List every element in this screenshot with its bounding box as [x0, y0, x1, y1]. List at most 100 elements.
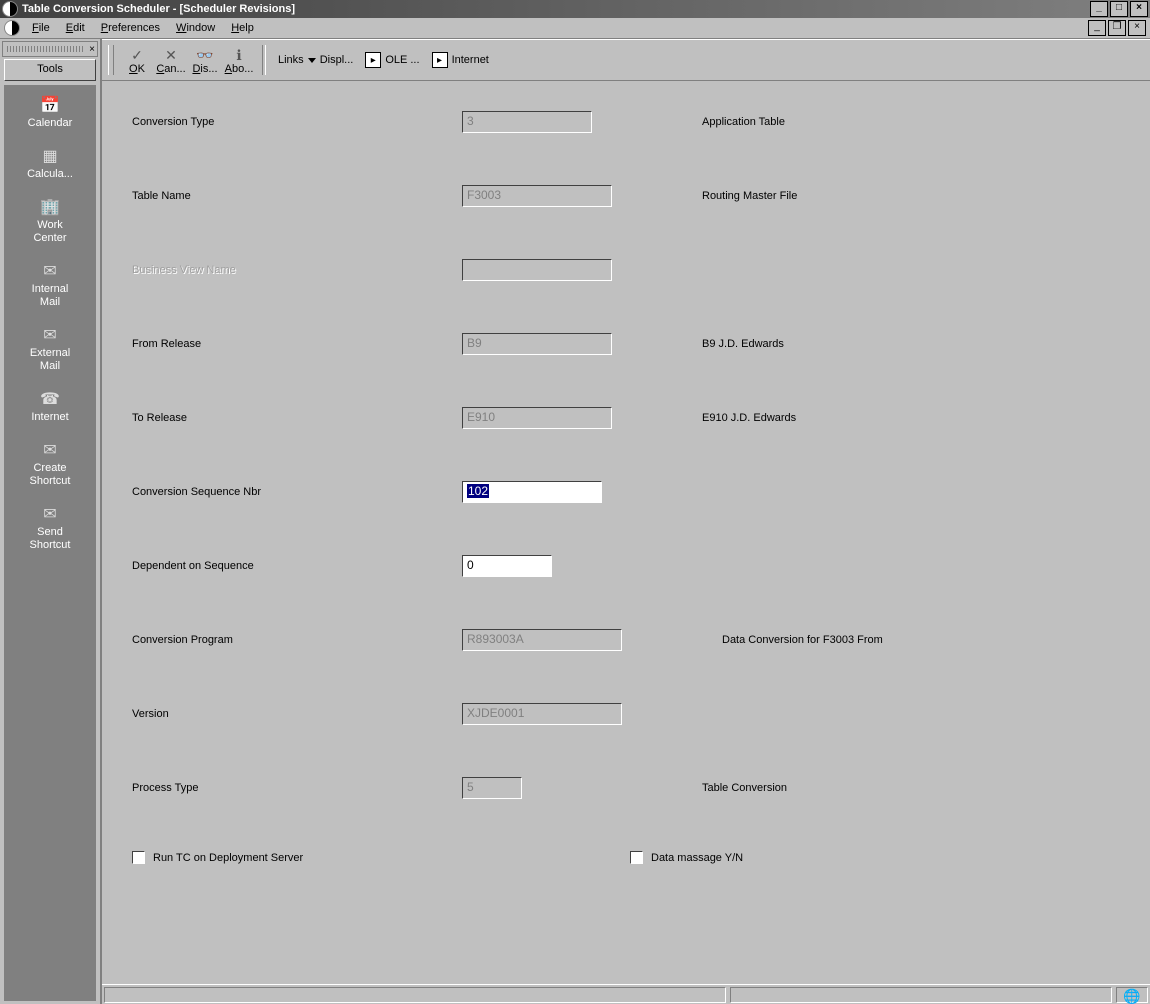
field-desc-4: E910 J.D. Edwards	[702, 412, 796, 424]
menu-window[interactable]: Window	[168, 20, 223, 36]
x-icon: ✕	[154, 47, 188, 63]
menu-help[interactable]: Help	[223, 20, 262, 36]
field-desc-1: Routing Master File	[702, 190, 797, 202]
form-area: Conversion Type3 Application Table Table N…	[102, 81, 1150, 984]
internet-label: Internet	[452, 54, 489, 66]
field-desc-3: B9 J.D. Edwards	[702, 338, 784, 350]
internet-button[interactable]: ▸ Internet	[426, 52, 495, 68]
app-icon	[2, 1, 18, 17]
status-cell-2	[730, 987, 1112, 1003]
status-bar: 🌐	[102, 984, 1150, 1004]
field-label-4: To Release	[132, 412, 462, 424]
field-label-5: Conversion Sequence Nbr	[132, 486, 462, 498]
field-input-7: R893003A	[462, 629, 622, 651]
form-row-7: Conversion ProgramR893003A Data Conversio…	[132, 629, 1130, 651]
sidebar-label-5: Internet	[4, 411, 96, 424]
sidebar-item-5[interactable]: ☎ Internet	[4, 383, 96, 434]
ole-icon: ▸	[365, 52, 381, 68]
status-globe-icon: 🌐	[1116, 987, 1148, 1003]
menu-file[interactable]: File	[24, 20, 58, 36]
mdi-restore-button[interactable]: ❐	[1108, 20, 1126, 36]
maximize-button[interactable]: □	[1110, 1, 1128, 17]
minimize-button[interactable]: _	[1090, 1, 1108, 17]
internet-icon: ▸	[432, 52, 448, 68]
sidebar-icon-2: 🏢	[39, 197, 61, 217]
sidebar-icon-4: ✉	[39, 325, 61, 345]
form-row-3: From ReleaseB9B9 J.D. Edwards	[132, 333, 1130, 355]
links-label: Links	[278, 54, 304, 66]
field-label-9: Process Type	[132, 782, 462, 794]
sidebar-label-1: Calcula...	[4, 168, 96, 181]
title-bar: Table Conversion Scheduler - [Scheduler …	[0, 0, 1150, 18]
sidebar-label-4: ExternalMail	[4, 347, 96, 373]
field-label-8: Version	[132, 708, 462, 720]
sidebar-icon-6: ✉	[39, 440, 61, 460]
field-desc-0: Application Table	[702, 116, 785, 128]
field-input-2	[462, 259, 612, 281]
data-massage-label: Data massage Y/N	[651, 852, 743, 864]
field-label-0: Conversion Type	[132, 116, 462, 128]
displ-label: Displ...	[320, 54, 354, 66]
mdi-icon[interactable]	[4, 20, 20, 36]
binoculars-icon: 👓	[188, 47, 222, 63]
menu-edit[interactable]: Edit	[58, 20, 93, 36]
field-label-6: Dependent on Sequence	[132, 560, 462, 572]
field-input-4: E910	[462, 407, 612, 429]
field-input-8: XJDE0001	[462, 703, 622, 725]
status-cell-1	[104, 987, 726, 1003]
sidebar-icon-5: ☎	[39, 389, 61, 409]
sidebar-label-6: CreateShortcut	[4, 462, 96, 488]
form-row-1: Table NameF3003 Routing Master File	[132, 185, 1130, 207]
toolbar-grip[interactable]	[108, 45, 114, 75]
sidebar-icon-7: ✉	[39, 504, 61, 524]
sidebar-header[interactable]: Tools	[4, 59, 96, 81]
sidebar-item-0[interactable]: 📅Calendar	[4, 89, 96, 140]
run-tc-label: Run TC on Deployment Server	[153, 852, 303, 864]
mdi-close-button[interactable]: ×	[1128, 20, 1146, 36]
sidebar-item-2[interactable]: 🏢WorkCenter	[4, 191, 96, 255]
menu-preferences[interactable]: Preferences	[93, 20, 168, 36]
form-row-5: Conversion Sequence Nbr102	[132, 481, 1130, 503]
about-button[interactable]: ℹ Abo...	[222, 45, 256, 75]
display-button[interactable]: 👓 Dis...	[188, 45, 222, 75]
form-row-9: Process Type5 Table Conversion	[132, 777, 1130, 799]
run-tc-checkbox[interactable]	[132, 851, 145, 864]
field-desc-7: Data Conversion for F3003 From	[722, 634, 883, 646]
sidebar-item-7[interactable]: ✉SendShortcut	[4, 498, 96, 562]
field-input-1: F3003	[462, 185, 612, 207]
sidebar: × Tools 📅Calendar▦Calcula...🏢WorkCenter✉…	[0, 39, 102, 1004]
sidebar-item-6[interactable]: ✉CreateShortcut	[4, 434, 96, 498]
form-row-4: To ReleaseE910 E910 J.D. Edwards	[132, 407, 1130, 429]
field-input-6[interactable]: 0	[462, 555, 552, 577]
form-row-6: Dependent on Sequence0	[132, 555, 1130, 577]
form-row-0: Conversion Type3 Application Table	[132, 111, 1130, 133]
sidebar-icon-0: 📅	[39, 95, 61, 115]
form-row-2: Business View Name	[132, 259, 1130, 281]
chevron-down-icon	[308, 58, 316, 63]
sidebar-close-icon[interactable]: ×	[89, 44, 95, 55]
sidebar-label-2: WorkCenter	[4, 219, 96, 245]
ole-button[interactable]: ▸ OLE ...	[359, 52, 425, 68]
toolbar: ✓ OK ✕ Can... 👓 Dis... ℹ Abo... Links Di…	[102, 39, 1150, 81]
field-label-3: From Release	[132, 338, 462, 350]
field-label-1: Table Name	[132, 190, 462, 202]
field-desc-9: Table Conversion	[702, 782, 787, 794]
sidebar-item-4[interactable]: ✉ExternalMail	[4, 319, 96, 383]
sidebar-grip[interactable]: ×	[2, 41, 98, 57]
cancel-button[interactable]: ✕ Can...	[154, 45, 188, 75]
mdi-minimize-button[interactable]: _	[1088, 20, 1106, 36]
about-icon: ℹ	[222, 47, 256, 63]
sidebar-label-7: SendShortcut	[4, 526, 96, 552]
data-massage-checkbox[interactable]	[630, 851, 643, 864]
sidebar-icon-3: ✉	[39, 261, 61, 281]
sidebar-item-3[interactable]: ✉InternalMail	[4, 255, 96, 319]
field-input-5[interactable]: 102	[462, 481, 602, 503]
ok-button[interactable]: ✓ OK	[120, 45, 154, 75]
links-dropdown[interactable]: Links Displ...	[272, 54, 359, 66]
close-button[interactable]: ×	[1130, 1, 1148, 17]
check-icon: ✓	[120, 47, 154, 63]
field-input-9: 5	[462, 777, 522, 799]
field-input-0: 3	[462, 111, 592, 133]
sidebar-item-1[interactable]: ▦Calcula...	[4, 140, 96, 191]
field-label-7: Conversion Program	[132, 634, 462, 646]
